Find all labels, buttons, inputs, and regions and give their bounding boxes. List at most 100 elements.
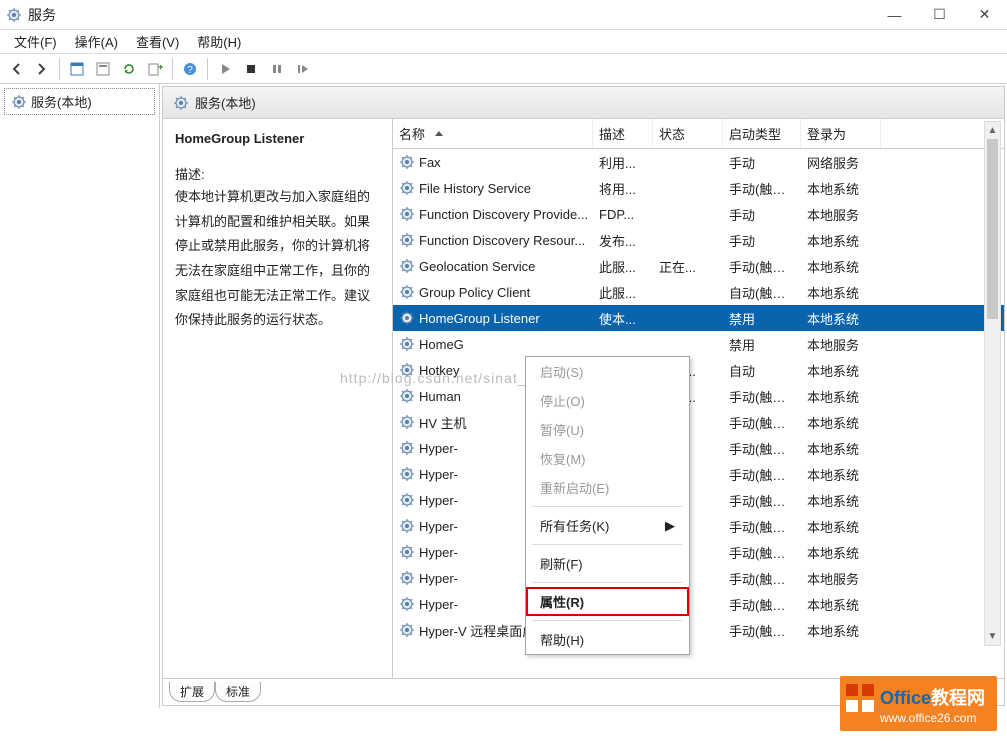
context-menu-item[interactable]: 所有任务(K)▶ xyxy=(526,511,689,540)
services-list[interactable]: 名称 描述 状态 启动类型 登录为 Fax 利用... 手动 网络服务File … xyxy=(393,119,1004,678)
service-desc-cell: FDP... xyxy=(593,205,653,224)
service-desc-cell xyxy=(593,342,653,346)
column-startup[interactable]: 启动类型 xyxy=(723,119,801,148)
gear-icon xyxy=(399,180,415,196)
minimize-button[interactable]: — xyxy=(872,0,917,29)
service-start-cell: 手动 xyxy=(723,203,801,226)
menu-separator xyxy=(532,506,683,507)
tab-standard[interactable]: 标准 xyxy=(215,682,261,702)
gear-icon xyxy=(399,518,415,534)
service-row[interactable]: File History Service 将用... 手动(触发... 本地系统 xyxy=(393,175,1004,201)
service-name-cell: Hyper- xyxy=(419,467,458,482)
scroll-down-arrow[interactable]: ▼ xyxy=(985,628,1000,645)
service-desc-cell: 此服... xyxy=(593,255,653,278)
back-button[interactable] xyxy=(4,57,28,81)
service-desc-cell: 将用... xyxy=(593,177,653,200)
vertical-scrollbar[interactable]: ▲ ▼ xyxy=(984,121,1001,646)
service-name-cell: Fax xyxy=(419,155,441,170)
service-name-cell: Hyper- xyxy=(419,519,458,534)
gear-icon xyxy=(399,336,415,352)
service-start-cell: 手动(触发... xyxy=(723,619,801,642)
service-start-cell: 手动(触发... xyxy=(723,515,801,538)
service-logon-cell: 本地系统 xyxy=(801,229,881,252)
menu-file[interactable]: 文件(F) xyxy=(6,30,65,53)
gear-icon xyxy=(399,284,415,300)
service-state-cell xyxy=(653,186,723,190)
service-start-cell: 手动(触发... xyxy=(723,567,801,590)
office-logo-icon xyxy=(846,684,874,712)
restart-service-button[interactable] xyxy=(291,57,315,81)
service-row[interactable]: Fax 利用... 手动 网络服务 xyxy=(393,149,1004,175)
service-row[interactable]: Function Discovery Provide... FDP... 手动 … xyxy=(393,201,1004,227)
service-row[interactable]: Geolocation Service 此服... 正在... 手动(触发...… xyxy=(393,253,1004,279)
maximize-button[interactable]: ☐ xyxy=(917,0,962,29)
service-row[interactable]: Hyper- 手动(触发... 本地系统 xyxy=(393,513,1004,539)
context-menu-item[interactable]: 帮助(H) xyxy=(526,625,689,654)
show-hide-tree-button[interactable] xyxy=(65,57,89,81)
start-service-button[interactable] xyxy=(213,57,237,81)
service-row[interactable]: Hyper- 手动(触发... 本地系统 xyxy=(393,435,1004,461)
scroll-up-arrow[interactable]: ▲ xyxy=(985,122,1000,139)
detail-panel: HomeGroup Listener 描述: 使本地计算机更改与加入家庭组的计算… xyxy=(163,119,393,678)
console-tree[interactable]: 服务(本地) xyxy=(0,84,160,708)
gear-icon xyxy=(399,388,415,404)
service-row[interactable]: Group Policy Client 此服... 自动(触发... 本地系统 xyxy=(393,279,1004,305)
column-state[interactable]: 状态 xyxy=(653,119,723,148)
menu-help[interactable]: 帮助(H) xyxy=(189,30,249,53)
menu-bar: 文件(F) 操作(A) 查看(V) 帮助(H) xyxy=(0,30,1007,54)
service-row[interactable]: Hyper- 手动(触发... 本地系统 xyxy=(393,461,1004,487)
service-start-cell: 手动(触发... xyxy=(723,541,801,564)
refresh-button[interactable] xyxy=(117,57,141,81)
context-menu-item[interactable]: 属性(R) xyxy=(526,587,689,616)
service-name-cell: Geolocation Service xyxy=(419,259,535,274)
service-start-cell: 手动(触发... xyxy=(723,385,801,408)
service-start-cell: 禁用 xyxy=(723,333,801,356)
description-label: 描述: xyxy=(175,164,380,183)
service-start-cell: 手动(触发... xyxy=(723,463,801,486)
help-button[interactable]: ? xyxy=(178,57,202,81)
service-logon-cell: 本地系统 xyxy=(801,177,881,200)
column-description[interactable]: 描述 xyxy=(593,119,653,148)
app-icon xyxy=(6,7,22,23)
service-row[interactable]: HomeGroup Listener 使本... 禁用 本地系统 xyxy=(393,305,1004,331)
forward-button[interactable] xyxy=(30,57,54,81)
service-start-cell: 手动(触发... xyxy=(723,411,801,434)
service-desc-cell: 发布... xyxy=(593,229,653,252)
service-row[interactable]: Hyper- 手动(触发... 本地系统 xyxy=(393,591,1004,617)
context-menu-item[interactable]: 刷新(F) xyxy=(526,549,689,578)
gear-icon xyxy=(399,622,415,638)
stop-service-button[interactable] xyxy=(239,57,263,81)
service-row[interactable]: Hyper-V 远程桌面虚拟化服... 提供... 手动(触发... 本地系统 xyxy=(393,617,1004,643)
scroll-thumb[interactable] xyxy=(987,139,998,319)
service-row[interactable]: Human 正在... 手动(触发... 本地系统 xyxy=(393,383,1004,409)
service-row[interactable]: HV 主机 手动(触发... 本地系统 xyxy=(393,409,1004,435)
pause-service-button[interactable] xyxy=(265,57,289,81)
service-row[interactable]: HomeG 禁用 本地服务 xyxy=(393,331,1004,357)
service-row[interactable]: Hyper- 手动(触发... 本地系统 xyxy=(393,539,1004,565)
service-row[interactable]: IKE and AuthIP IPsec Kevin IKE... 手动(触发 … xyxy=(393,643,1004,649)
properties-button[interactable] xyxy=(91,57,115,81)
tab-extended[interactable]: 扩展 xyxy=(169,682,215,702)
service-row[interactable]: Hotkey 正在... 自动 本地系统 xyxy=(393,357,1004,383)
column-name[interactable]: 名称 xyxy=(393,119,593,148)
service-name-cell: Hyper- xyxy=(419,571,458,586)
service-row[interactable]: Function Discovery Resour... 发布... 手动 本地… xyxy=(393,227,1004,253)
gear-icon xyxy=(399,258,415,274)
close-button[interactable]: ✕ xyxy=(962,0,1007,29)
menu-view[interactable]: 查看(V) xyxy=(128,30,187,53)
gear-icon xyxy=(399,310,415,326)
service-start-cell: 禁用 xyxy=(723,307,801,330)
service-name-cell: HomeGroup Listener xyxy=(419,311,540,326)
gear-icon xyxy=(399,154,415,170)
service-name-cell: HomeG xyxy=(419,337,464,352)
service-name-cell: Human xyxy=(419,389,461,404)
menu-action[interactable]: 操作(A) xyxy=(67,30,126,53)
gear-icon xyxy=(399,544,415,560)
service-row[interactable]: Hyper- 手动(触发... 本地系统 xyxy=(393,487,1004,513)
service-row[interactable]: Hyper- 手动(触发... 本地服务 xyxy=(393,565,1004,591)
tree-root-services[interactable]: 服务(本地) xyxy=(4,88,155,115)
export-button[interactable] xyxy=(143,57,167,81)
service-name-cell: Hyper- xyxy=(419,545,458,560)
service-name-cell: Hyper- xyxy=(419,493,458,508)
column-logon[interactable]: 登录为 xyxy=(801,119,881,148)
